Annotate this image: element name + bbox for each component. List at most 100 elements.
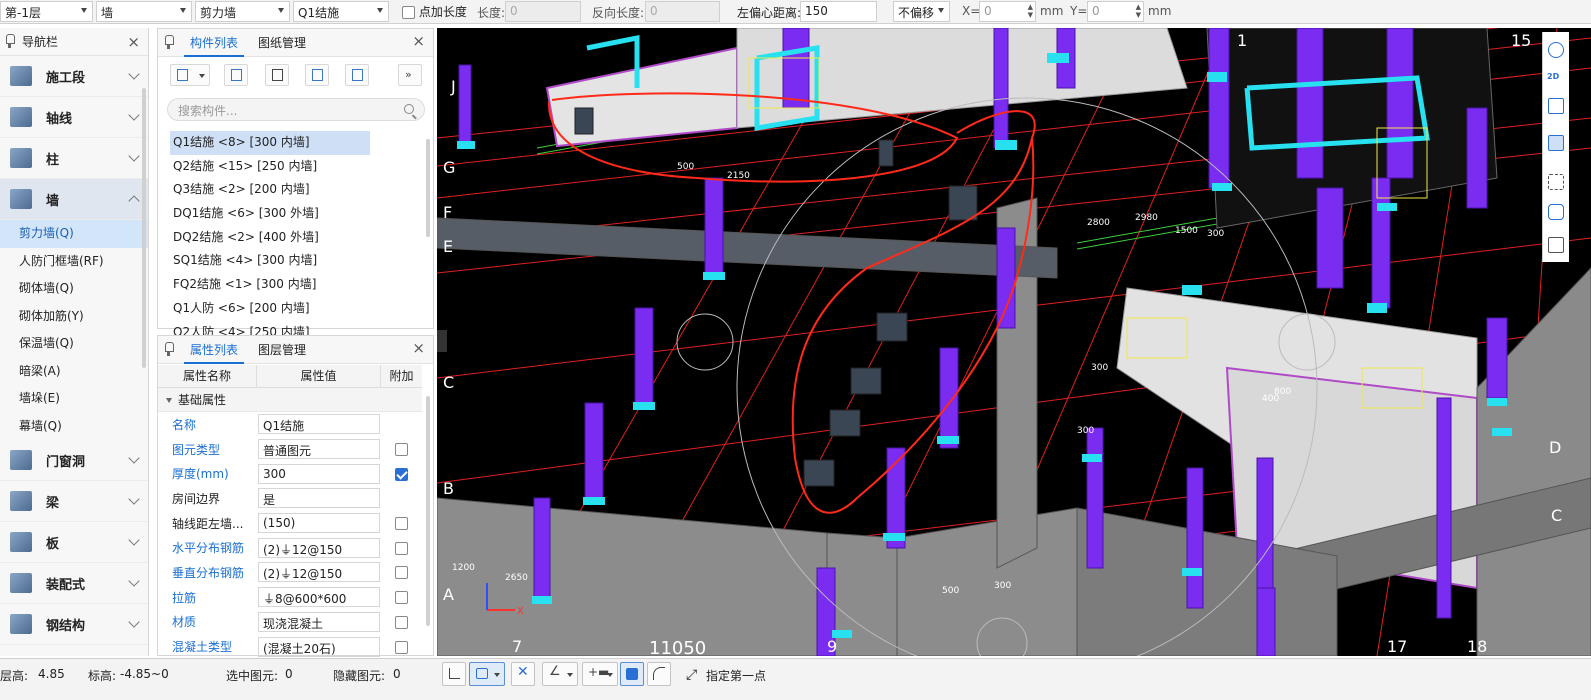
pin-icon[interactable] [164, 35, 174, 49]
pin-icon[interactable] [164, 342, 174, 356]
nav-subitem[interactable]: 砌体墙(Q) [0, 275, 148, 303]
nav-subitem[interactable]: 幕墙(Q) [0, 413, 148, 441]
nav-category-grid-axis[interactable]: 轴线 [0, 97, 148, 138]
tab-drawing-management[interactable]: 图纸管理 [252, 29, 312, 57]
cross-select-button[interactable]: ✕ [511, 662, 535, 686]
property-value-field[interactable]: (150) [258, 513, 380, 534]
layer-copy-button[interactable] [305, 64, 329, 86]
model-canvas[interactable]: J G F E C B A D C 1 15 7 9 17 18 11050 5… [437, 28, 1591, 656]
new-component-button[interactable] [170, 64, 210, 86]
offset-mode-select[interactable]: 不偏移 [893, 1, 950, 22]
properties-icon[interactable] [1548, 237, 1564, 253]
nav-category-steel-structure[interactable]: 钢结构 [0, 604, 148, 645]
tab-property-list[interactable]: 属性列表 [184, 336, 245, 364]
nav-category-column[interactable]: 柱 [0, 138, 148, 179]
offset-point-button[interactable]: +▬ [582, 662, 618, 686]
nav-category-prefab[interactable]: 装配式 [0, 563, 148, 604]
nav-category-door-window[interactable]: 门窗洞 [0, 440, 148, 481]
category-select[interactable]: 墙 [96, 1, 192, 22]
property-group-basic[interactable]: 基础属性 [158, 388, 422, 412]
pin-icon[interactable] [5, 34, 15, 48]
component-list-item[interactable]: DQ2结施 <2> [400 外墙] [170, 226, 420, 250]
nav-category-wall[interactable]: 墙 [0, 179, 148, 220]
component-select[interactable]: Q1结施 [293, 1, 389, 22]
delete-button[interactable] [265, 64, 289, 86]
nav-category-label: 钢结构 [46, 618, 86, 634]
property-extra-checkbox[interactable] [394, 566, 408, 580]
nav-category-construction-segment[interactable]: 施工段 [0, 56, 148, 97]
property-extra-checkbox[interactable] [394, 541, 408, 555]
property-value-field[interactable]: ⏚8@600*600 [258, 587, 380, 608]
property-extra-checkbox[interactable] [394, 615, 408, 629]
solid-view-icon[interactable] [1548, 135, 1564, 151]
property-value-field[interactable]: (混凝土20石) [258, 636, 380, 657]
3d-box-view-icon[interactable] [1548, 98, 1564, 114]
component-list-item[interactable]: FQ2结施 <1> [300 内墙] [170, 273, 420, 297]
expand-button[interactable]: » [398, 64, 422, 86]
component-search-input[interactable]: 搜索构件... [167, 98, 425, 121]
spinner-icon[interactable]: ▲ ▼ [1136, 3, 1141, 19]
property-value-field[interactable]: (2)⏚12@150 [258, 562, 380, 583]
angle-button[interactable]: ∠ [542, 662, 578, 686]
property-value-field[interactable]: (2)⏚12@150 [258, 537, 380, 558]
point-length-checkbox[interactable] [402, 6, 415, 19]
nav-category-slab[interactable]: 板 [0, 522, 148, 563]
property-value-field[interactable]: Q1结施 [258, 414, 380, 435]
subtype-select[interactable]: 剪力墙 [195, 1, 290, 22]
scrollbar[interactable] [426, 139, 430, 237]
component-list-item[interactable]: SQ1结施 <4> [300 内墙] [170, 249, 420, 273]
nav-subitem[interactable]: 人防门框墙(RF) [0, 248, 148, 276]
component-list-item[interactable]: Q3结施 <2> [200 内墙] [170, 178, 420, 202]
property-name: 轴线距左墙... [172, 516, 244, 531]
3d-model-viewport[interactable]: J G F E C B A D C 1 15 7 9 17 18 11050 5… [437, 28, 1591, 656]
search-icon[interactable] [404, 104, 414, 114]
x-coordinate-input[interactable]: 0 ▲ ▼ [979, 1, 1036, 22]
display-settings-icon[interactable] [1548, 204, 1564, 220]
spinner-icon[interactable]: ▲ ▼ [1028, 3, 1033, 19]
property-extra-checkbox[interactable] [394, 443, 408, 457]
property-extra-checkbox[interactable] [394, 467, 408, 481]
snap-icon [476, 668, 488, 679]
property-value-field[interactable]: 普通图元 [258, 439, 380, 460]
component-list-item[interactable]: Q2结施 <15> [250 内墙] [170, 155, 420, 179]
scrollbar[interactable] [426, 396, 430, 626]
component-list-item[interactable]: Q1结施 <8> [300 内墙] [170, 131, 370, 155]
snap-button[interactable] [469, 662, 505, 686]
zoom-extents-icon[interactable] [1548, 174, 1564, 190]
reverse-length-input[interactable]: 0 [645, 1, 720, 22]
close-icon[interactable]: × [127, 28, 140, 56]
left-offset-input[interactable]: 150 [800, 1, 877, 22]
panel-collapse-handle[interactable] [437, 330, 447, 352]
copy-button[interactable] [224, 64, 248, 86]
property-extra-checkbox[interactable] [394, 591, 408, 605]
hidden-elements-label: 隐藏图元: [333, 669, 386, 683]
point-length-toggle[interactable]: 点加长度 [402, 3, 467, 20]
y-coordinate-input[interactable]: 0 ▲ ▼ [1087, 1, 1144, 22]
tab-layer-management[interactable]: 图层管理 [252, 336, 312, 364]
length-input[interactable]: 0 [505, 1, 581, 22]
dynamic-input-button[interactable] [620, 662, 644, 686]
2d-view-icon[interactable]: 2D [1547, 72, 1559, 81]
nav-subitem[interactable]: 砌体加筋(Y) [0, 303, 148, 331]
property-extra-checkbox[interactable] [394, 640, 408, 654]
tab-component-list[interactable]: 构件列表 [184, 29, 245, 57]
property-value-field[interactable]: 300 [258, 463, 380, 484]
nav-subitem[interactable]: 墙垛(E) [0, 385, 148, 413]
nav-subitem[interactable]: 保温墙(Q) [0, 330, 148, 358]
property-value-field[interactable]: 是 [258, 488, 380, 509]
arc-button[interactable] [647, 662, 671, 686]
floor-select[interactable]: 第-1层 [0, 1, 93, 22]
nav-category-beam[interactable]: 梁 [0, 481, 148, 522]
property-extra-checkbox[interactable] [394, 517, 408, 531]
close-icon[interactable]: × [412, 32, 425, 50]
ortho-button[interactable] [442, 662, 466, 686]
property-value-field[interactable]: 现浇混凝土 [258, 611, 380, 632]
component-list-item[interactable]: DQ1结施 <6> [300 外墙] [170, 202, 420, 226]
orbit-view-icon[interactable] [1548, 42, 1564, 58]
scrollbar[interactable] [142, 88, 146, 368]
component-list-item[interactable]: Q1人防 <6> [200 内墙] [170, 297, 420, 321]
nav-subitem[interactable]: 剪力墙(Q) [0, 220, 148, 248]
nav-subitem[interactable]: 暗梁(A) [0, 358, 148, 386]
import-button[interactable] [345, 64, 369, 86]
close-icon[interactable]: × [412, 339, 425, 357]
